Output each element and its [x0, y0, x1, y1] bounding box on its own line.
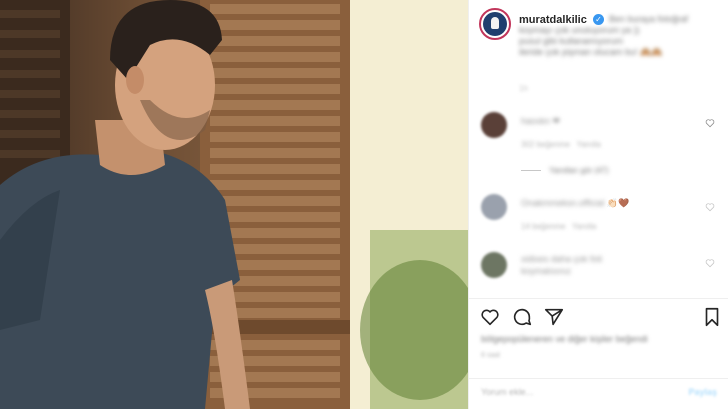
comment-icon[interactable] [511, 306, 533, 328]
bookmark-icon[interactable] [701, 306, 723, 328]
comment-username[interactable]: xidixes [521, 254, 549, 264]
comment-username[interactable]: haoxkn [521, 116, 550, 126]
comment-body: 👏🏻🤎 [606, 198, 630, 208]
view-replies[interactable]: Yanıtları gör (47) [521, 166, 609, 175]
comment-heart-icon[interactable] [705, 202, 715, 212]
comment-heart-icon[interactable] [705, 258, 715, 268]
comment-meta: 302 beğenme Yanıtla [521, 140, 601, 149]
commenter-avatar[interactable] [481, 252, 507, 278]
comment-body: daha çok foti [551, 254, 603, 264]
commenter-avatar[interactable] [481, 112, 507, 138]
share-icon[interactable] [543, 306, 565, 328]
heart-icon[interactable] [479, 306, 501, 328]
likes-summary[interactable]: bölgepopüleneren ve diğer kişiler beğend… [481, 334, 648, 344]
comment-reply[interactable]: Yanıtla [572, 222, 596, 231]
replies-divider [521, 170, 541, 172]
photo-illustration [0, 0, 468, 409]
comment-item: Onakmmeksn.official 👏🏻🤎 14 beğenme Yanıt… [469, 192, 728, 232]
comment-likes[interactable]: 302 beğenme [521, 140, 570, 149]
comment-meta: 14 beğenme Yanıtla [521, 222, 596, 231]
replies-label[interactable]: Yanıtları gör (47) [549, 166, 608, 175]
caption-time: 1h [519, 84, 528, 93]
comment-reply[interactable]: Yanıtla [576, 140, 600, 149]
author-avatar[interactable] [479, 8, 511, 40]
caption-line-4: ileride çok pişman olucam bu! 🙈🙈 [519, 47, 719, 58]
comment-text: haoxkn ❤ [521, 116, 560, 127]
post-photo[interactable] [0, 0, 468, 409]
comment-username[interactable]: Onakmmeksn.official [521, 198, 604, 208]
commenter-avatar[interactable] [481, 194, 507, 220]
comment-body-line-2: koymalısınız [521, 266, 572, 276]
caption-line-2: koymayı çok unutuyorum ya )) [519, 25, 640, 35]
add-comment-bar: Yorum ekle... Paylaş [469, 378, 728, 409]
add-comment-input[interactable]: Yorum ekle... [481, 387, 533, 397]
comment-heart-icon[interactable] [705, 118, 715, 128]
caption-line-3: pusul gibi kullanamıyorum [519, 36, 624, 46]
comment-body: ❤ [552, 116, 561, 126]
post-caption: Ben buraya fotoğraf koymayı çok unutuyor… [519, 14, 719, 58]
post-timestamp: 8 saat [481, 352, 501, 359]
comment-likes[interactable]: 14 beğenme [521, 222, 565, 231]
comment-item: haoxkn ❤ 302 beğenme Yanıtla [469, 108, 728, 149]
post-side-panel: muratdalkilic ✓ Ben buraya fotoğraf koym… [468, 0, 728, 409]
actions-divider [469, 298, 728, 299]
caption-line-4-text: ileride çok pişman olucam bu! [519, 47, 638, 57]
post-actions-bar [469, 300, 728, 334]
caption-emoji: 🙈🙈 [640, 47, 663, 57]
comment-text: Onakmmeksn.official 👏🏻🤎 [521, 198, 629, 209]
post-comment-button[interactable]: Paylaş [688, 387, 717, 397]
caption-line-1: Ben buraya fotoğraf [609, 14, 689, 24]
comment-text: xidixes daha çok foti koymalısınız [521, 254, 602, 276]
comment-item: xidixes daha çok foti koymalısınız [469, 248, 728, 288]
